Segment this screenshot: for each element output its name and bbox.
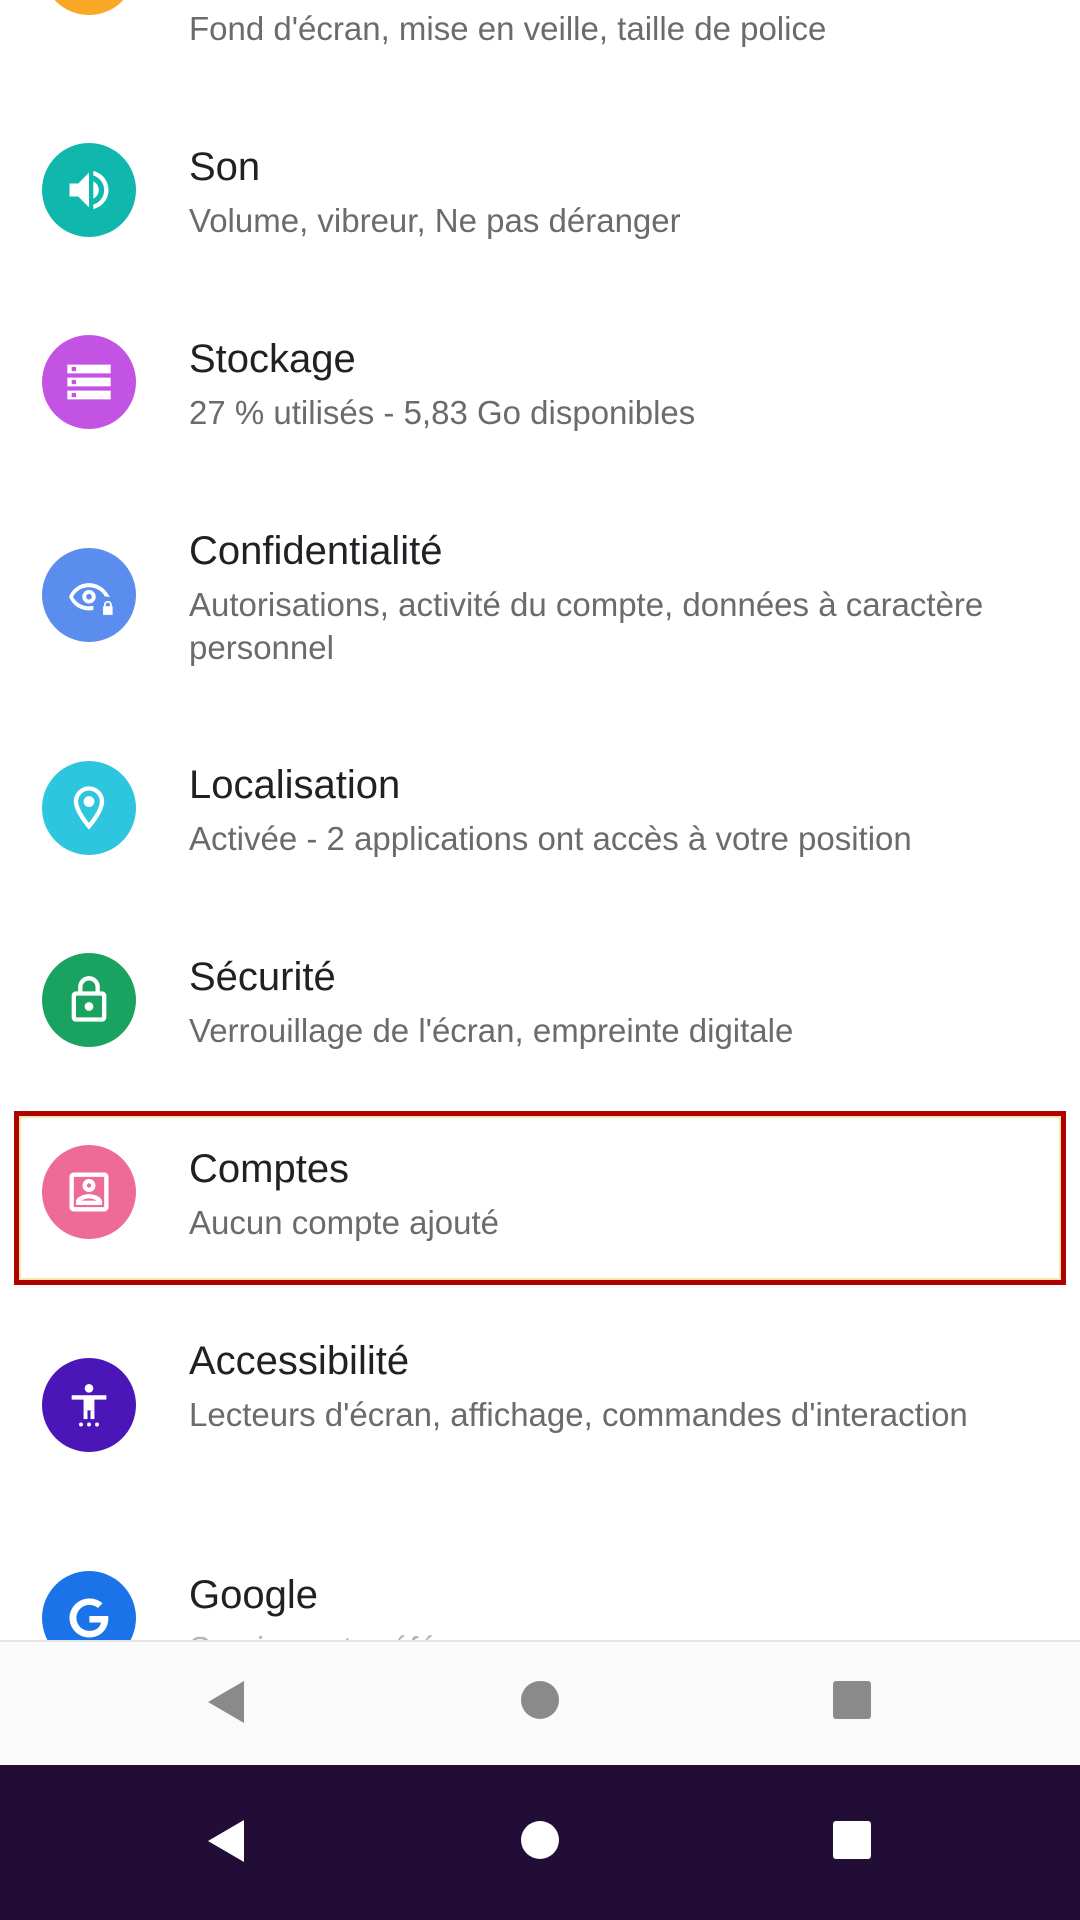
settings-item-title: Accessibilité (189, 1339, 410, 1383)
home-icon (521, 1681, 559, 1719)
volume-icon (42, 143, 136, 237)
settings-item-accessibilite[interactable]: Accessibilité Lecteurs d'écran, affichag… (0, 1314, 1080, 1548)
accessibility-icon (42, 1358, 136, 1452)
settings-item-title: Stockage (189, 337, 356, 381)
settings-item-subtitle: Lecteurs d'écran, affichage, commandes d… (189, 1396, 968, 1433)
back-icon (208, 1681, 244, 1723)
settings-item-stockage[interactable]: Stockage 27 % utilisés - 5,83 Go disponi… (0, 312, 1080, 504)
settings-item-subtitle: 27 % utilisés - 5,83 Go disponibles (189, 394, 696, 431)
settings-item-subtitle: Fond d'écran, mise en veille, taille de … (189, 10, 827, 47)
back-button[interactable] (200, 1672, 252, 1732)
settings-item-title: Sécurité (189, 955, 336, 999)
recents-button[interactable] (826, 1674, 878, 1726)
lock-icon (42, 953, 136, 1047)
recents-button[interactable] (826, 1814, 878, 1866)
settings-item-title: Comptes (189, 1147, 350, 1191)
settings-item-subtitle: Autorisations, activité du compte, donné… (189, 586, 984, 666)
settings-item-subtitle: Services et préférences (189, 1627, 1029, 1640)
settings-item-title: Son (189, 145, 261, 189)
settings-item-securite[interactable]: Sécurité Verrouillage de l'écran, emprei… (0, 930, 1080, 1122)
privacy-eye-lock-icon (42, 548, 136, 642)
back-icon (208, 1820, 244, 1862)
brightness-icon (42, 0, 136, 15)
settings-item-subtitle: Volume, vibreur, Ne pas déranger (189, 202, 681, 239)
settings-item-comptes[interactable]: Comptes Aucun compte ajouté (0, 1122, 1080, 1314)
settings-item-confidentialite[interactable]: Confidentialité Autorisations, activité … (0, 504, 1080, 738)
settings-item-title: Confidentialité (189, 529, 443, 573)
location-pin-icon (42, 761, 136, 855)
settings-item-affichage[interactable]: Fond d'écran, mise en veille, taille de … (0, 0, 1080, 120)
settings-item-subtitle: Aucun compte ajouté (189, 1204, 500, 1241)
settings-item-subtitle: Verrouillage de l'écran, empreinte digit… (189, 1012, 794, 1049)
home-button[interactable] (514, 1814, 566, 1866)
google-g-icon (42, 1571, 136, 1640)
navigation-bar-light (0, 1640, 1080, 1765)
settings-item-title: Localisation (189, 763, 401, 807)
recents-icon (833, 1681, 871, 1719)
settings-item-son[interactable]: Son Volume, vibreur, Ne pas déranger (0, 120, 1080, 312)
back-button[interactable] (200, 1811, 252, 1871)
settings-item-subtitle: Activée - 2 applications ont accès à vot… (189, 820, 912, 857)
account-box-icon (42, 1145, 136, 1239)
settings-item-localisation[interactable]: Localisation Activée - 2 applications on… (0, 738, 1080, 930)
storage-icon (42, 335, 136, 429)
settings-item-google[interactable]: Google Services et préférences (0, 1548, 1080, 1640)
settings-list: Fond d'écran, mise en veille, taille de … (0, 0, 1080, 1640)
navigation-bar-dark (0, 1765, 1080, 1920)
home-button[interactable] (514, 1674, 566, 1726)
recents-icon (833, 1821, 871, 1859)
settings-item-title: Google (189, 1573, 318, 1617)
home-icon (521, 1821, 559, 1859)
